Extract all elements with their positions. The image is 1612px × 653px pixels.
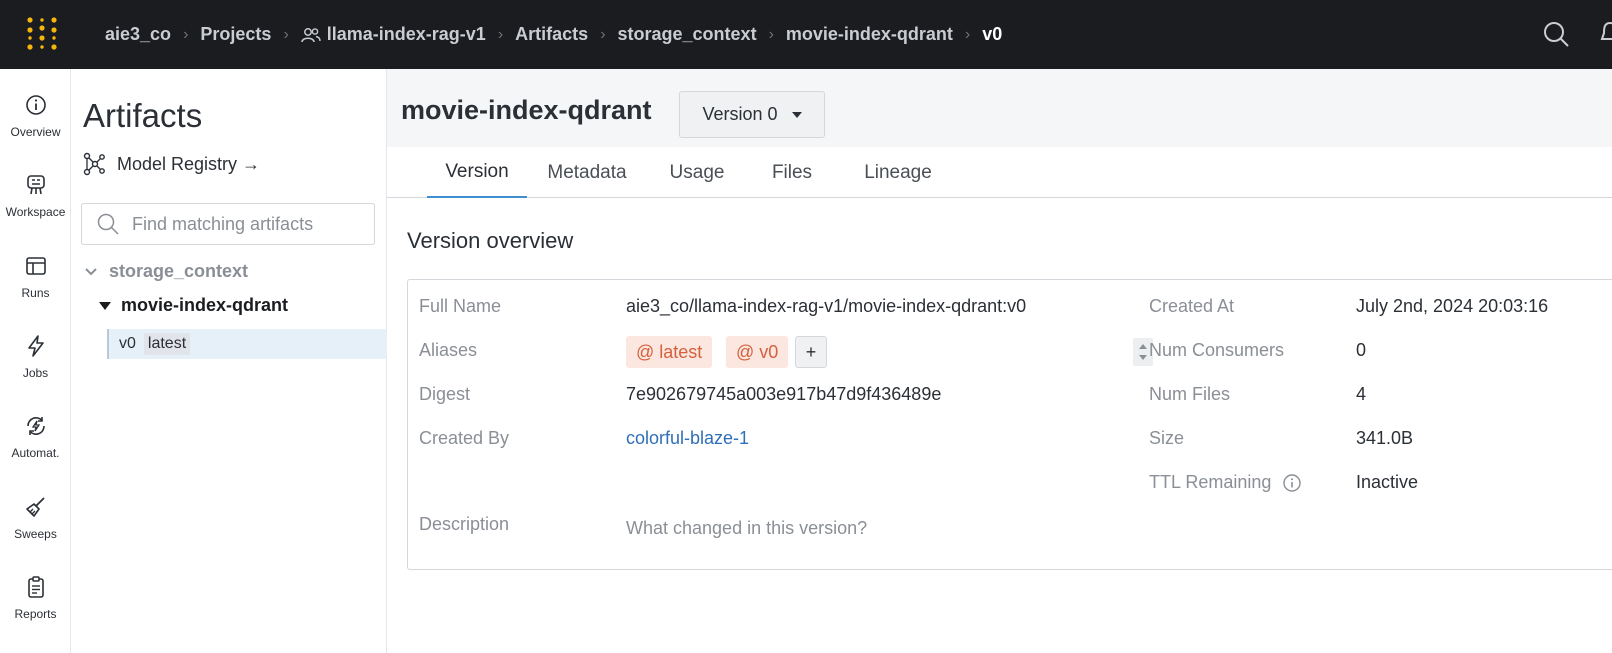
wandb-logo-icon[interactable] [24,16,60,52]
num-files-label: Num Files [1149,384,1231,404]
model-registry-label: Model Registry → [117,153,261,174]
size-label: Size [1149,428,1185,448]
ttl-remaining-value: Inactive [1356,472,1419,492]
artifact-title: movie-index-qdrant [401,95,652,125]
breadcrumb-collection[interactable]: movie-index-qdrant [786,24,953,45]
caret-down-icon [99,301,111,310]
left-nav-rail: Overview Workspace Runs Jobs Automat. Sw… [0,69,71,653]
nav-sweeps[interactable]: Sweeps [0,495,71,565]
breadcrumb-entity[interactable]: aie3_co [105,24,171,45]
artifact-search [81,203,375,245]
add-alias-button[interactable]: + [795,336,827,368]
tree-type-label: storage_context [109,261,249,281]
broom-icon [25,497,45,517]
alias-v0[interactable]: @ v0 [726,336,789,368]
artifacts-title: Artifacts [83,97,203,134]
nav-reports[interactable]: Reports [0,575,71,645]
top-bar: aie3_co › Projects › llama-index-rag-v1 … [0,0,1612,69]
nav-jobs[interactable]: Jobs [0,334,71,404]
description-label: Description [419,514,510,534]
num-files-value: 4 [1356,384,1367,404]
created-by-label: Created By [419,428,510,448]
workspace-icon [26,175,45,195]
tree-collection[interactable]: movie-index-qdrant [99,295,288,316]
breadcrumb: aie3_co › Projects › llama-index-rag-v1 … [105,0,1002,69]
ttl-remaining-label: TTL Remaining [1149,472,1272,492]
digest-value: 7e902679745a003e917b47d9f436489e [626,384,942,404]
breadcrumb-artifacts[interactable]: Artifacts [515,24,588,45]
nav-runs[interactable]: Runs [0,254,71,324]
clipboard-icon [27,576,44,598]
tree-collection-label: movie-index-qdrant [121,295,289,315]
table-icon [25,257,46,275]
chevron-right-icon: › [768,25,774,43]
nav-label: Workspace [5,205,66,219]
bell-icon[interactable] [1600,20,1612,46]
breadcrumb-projects[interactable]: Projects [200,24,271,45]
nav-label: Jobs [22,366,49,380]
chevron-right-icon: › [183,25,189,43]
model-registry-link[interactable]: Model Registry → [83,152,260,176]
tab-usage[interactable]: Usage [663,147,731,198]
created-at-label: Created At [1149,296,1235,316]
artifact-header: movie-index-qdrant Version 0 [387,69,1612,147]
ttl-remaining-row: TTL Remaining [1149,472,1302,493]
people-icon [301,27,321,42]
search-icon [97,213,119,235]
nav-label: Automat. [11,446,60,460]
description-input[interactable]: What changed in this version? [626,518,867,539]
tree-version-label: v0 [119,335,136,352]
alias-latest[interactable]: @ latest [626,336,713,368]
created-at-value: July 2nd, 2024 20:03:16 [1356,296,1549,316]
full-name-label: Full Name [419,296,502,316]
tab-version[interactable]: Version [427,147,527,198]
num-consumers-label: Num Consumers [1149,340,1285,360]
search-icon[interactable] [1542,20,1570,48]
digest-label: Digest [419,384,471,404]
breadcrumb-type[interactable]: storage_context [618,24,757,45]
nav-overview[interactable]: Overview [0,93,71,163]
chevron-down-icon [85,267,97,275]
info-icon [25,95,46,115]
nav-label: Reports [14,607,57,621]
chevron-right-icon: › [600,25,606,43]
nav-label: Sweeps [14,527,57,541]
tab-files[interactable]: Files [761,147,823,198]
full-name-value: aie3_co/llama-index-rag-v1/movie-index-q… [626,296,1027,316]
breadcrumb-project[interactable]: llama-index-rag-v1 [327,24,486,45]
version-select-label: Version 0 [702,104,778,124]
info-icon[interactable] [1282,473,1302,493]
nav-automations[interactable]: Automat. [0,414,71,484]
aliases-label: Aliases [419,340,478,360]
caret-down-icon [791,111,802,118]
chevron-right-icon: › [283,25,289,43]
artifacts-panel: Artifacts Model Registry → storage_conte… [71,69,387,653]
artifact-search-input[interactable] [132,213,362,235]
lightning-icon [27,335,44,357]
automation-icon [26,416,45,436]
created-by-link[interactable]: colorful-blaze-1 [626,428,749,449]
artifact-tabs: Version Metadata Usage Files Lineage [387,147,1612,198]
version-overview-title: Version overview [407,228,574,253]
tree-version-tag: latest [143,333,191,355]
tree-version-v0[interactable]: v0 latest [107,329,387,359]
nav-workspace[interactable]: Workspace [0,173,71,243]
version-overview-card: Full Name aie3_co/llama-index-rag-v1/mov… [407,279,1612,570]
size-value: 341.0B [1356,428,1414,448]
nav-label: Overview [10,125,61,139]
breadcrumb-version[interactable]: v0 [982,24,1002,45]
tab-metadata[interactable]: Metadata [539,147,635,198]
chevron-right-icon: › [964,25,971,43]
tree-type-storage-context[interactable]: storage_context [85,261,248,282]
chevron-right-icon: › [497,25,504,43]
tab-lineage[interactable]: Lineage [853,147,943,198]
nav-label: Runs [21,286,50,300]
version-select[interactable]: Version 0 [679,91,825,138]
num-consumers-value: 0 [1356,340,1367,360]
model-registry-icon [83,152,105,176]
